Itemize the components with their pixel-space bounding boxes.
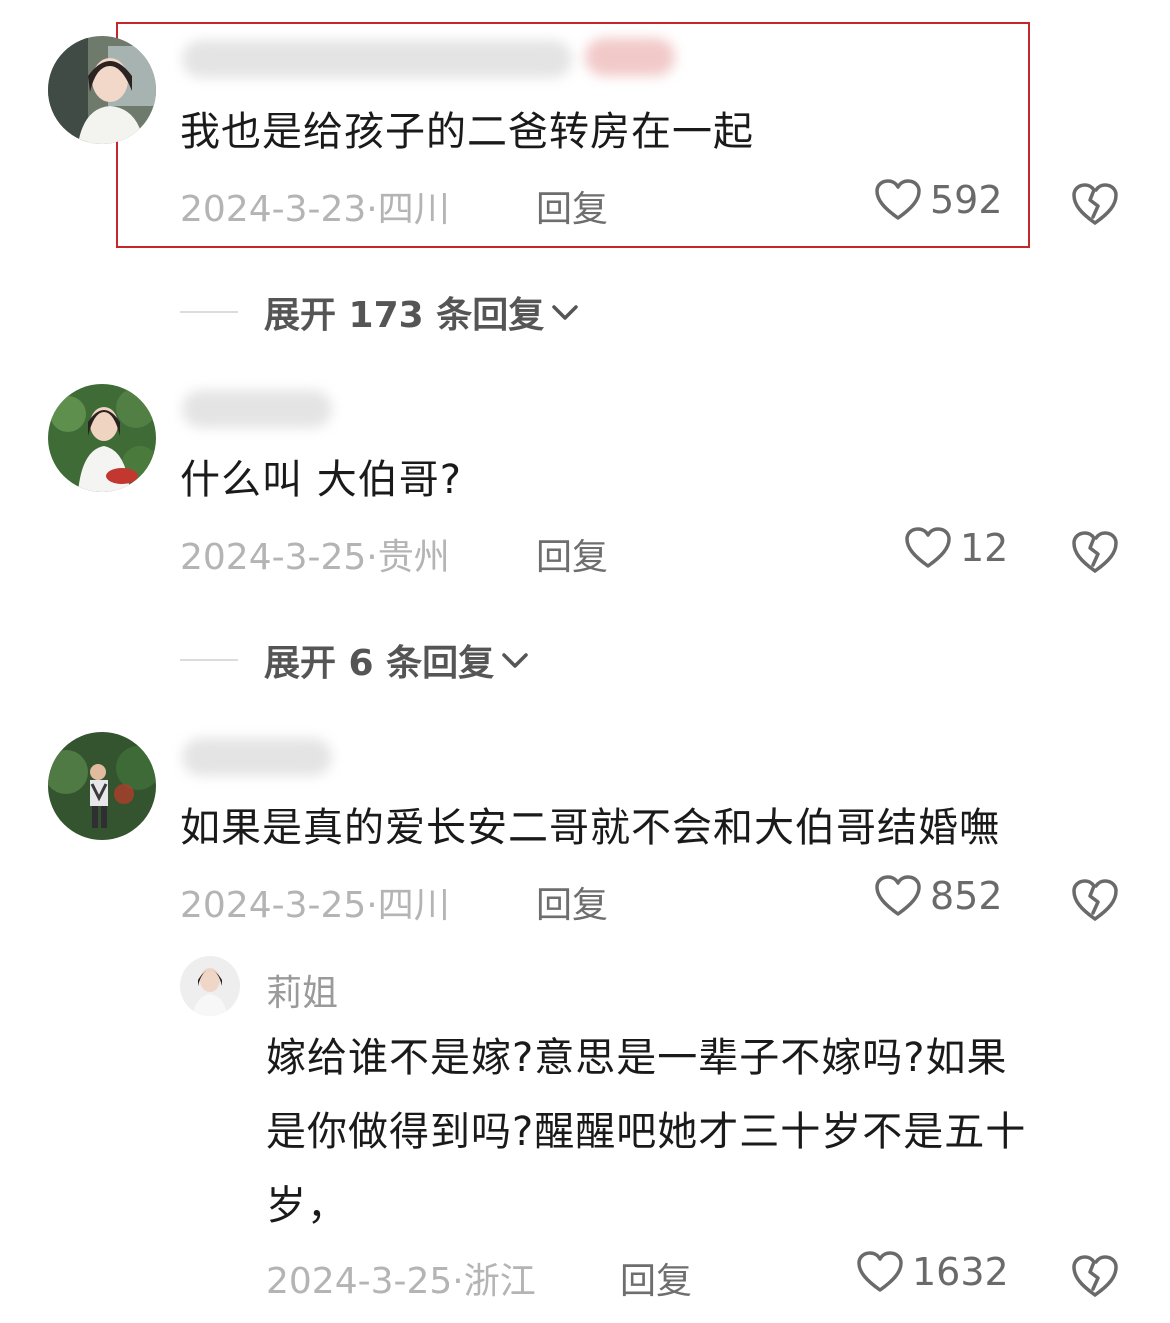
like-count: 12	[960, 526, 1009, 570]
reply-button[interactable]: 回复	[620, 1252, 692, 1304]
reply-text-line: 嫁给谁不是嫁?意思是一辈子不嫁吗?如果	[266, 1035, 1008, 1081]
reply-username[interactable]: 莉姐	[266, 964, 338, 1016]
expand-replies-button[interactable]: 展开 173 条回复	[180, 286, 580, 338]
chevron-down-icon	[552, 305, 578, 320]
heart-outline-icon	[857, 1251, 903, 1292]
broken-heart-icon[interactable]	[1071, 529, 1119, 575]
like-count: 592	[930, 178, 1003, 222]
like-button[interactable]: 1632	[856, 1250, 1009, 1294]
expand-label: 展开 173 条回复	[264, 295, 545, 336]
like-count: 1632	[912, 1250, 1009, 1294]
reply-text-line: 是你做得到吗?醒醒吧她才三十岁不是五十	[266, 1109, 1027, 1155]
comment-meta: 2024-3-25·四川	[180, 876, 450, 928]
broken-heart-icon[interactable]	[1071, 877, 1119, 923]
avatar[interactable]	[48, 384, 156, 492]
comment-text: 如果是真的爱长安二哥就不会和大伯哥结婚嘸	[180, 805, 1000, 851]
comment-date: 2024-3-25·	[180, 885, 378, 926]
like-button[interactable]: 12	[904, 526, 1008, 570]
like-count: 852	[930, 874, 1003, 918]
comment-date: 2024-3-23·	[180, 189, 378, 230]
like-button[interactable]: 852	[874, 874, 1003, 918]
divider-line	[180, 311, 238, 313]
reply-date: 2024-3-25·	[266, 1261, 464, 1302]
avatar[interactable]	[48, 732, 156, 840]
chevron-down-icon	[502, 653, 528, 668]
username-blurred[interactable]	[182, 738, 332, 776]
comment-text: 什么叫 大伯哥?	[180, 457, 462, 503]
avatar[interactable]	[48, 36, 156, 144]
heart-outline-icon	[905, 527, 951, 568]
broken-heart-icon[interactable]	[1071, 1253, 1119, 1299]
username-blurred[interactable]	[182, 390, 332, 428]
like-button[interactable]: 592	[874, 178, 1003, 222]
reply-location: 浙江	[463, 1261, 536, 1302]
expand-label: 展开 6 条回复	[264, 643, 495, 684]
emoji-blurred	[585, 38, 675, 76]
divider-line	[180, 659, 238, 661]
username-blurred[interactable]	[182, 40, 572, 78]
reply-meta: 2024-3-25·浙江	[266, 1252, 536, 1304]
comment-meta: 2024-3-23·四川	[180, 180, 450, 232]
reply-button[interactable]: 回复	[536, 528, 608, 580]
comment-meta: 2024-3-25·贵州	[180, 528, 450, 580]
expand-replies-button[interactable]: 展开 6 条回复	[180, 634, 530, 686]
reply-text-line: 岁，	[266, 1183, 348, 1229]
comment-location: 贵州	[377, 537, 450, 578]
broken-heart-icon[interactable]	[1071, 181, 1119, 227]
comment-location: 四川	[377, 885, 450, 926]
comment-location: 四川	[377, 189, 450, 230]
reply-avatar[interactable]	[180, 956, 240, 1016]
comment-date: 2024-3-25·	[180, 537, 378, 578]
heart-outline-icon	[875, 179, 921, 220]
reply-button[interactable]: 回复	[536, 876, 608, 928]
reply-button[interactable]: 回复	[536, 180, 608, 232]
heart-outline-icon	[875, 875, 921, 916]
comment-text: 我也是给孩子的二爸转房在一起	[180, 109, 754, 155]
